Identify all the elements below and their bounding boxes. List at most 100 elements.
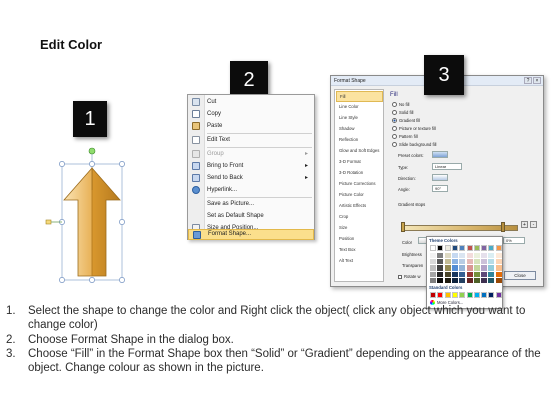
theme-shade-swatch[interactable] (473, 265, 480, 271)
category-text-box[interactable]: Text Box (336, 245, 383, 256)
theme-shade-swatch[interactable] (437, 253, 444, 259)
menu-item-paste[interactable]: Paste (188, 120, 314, 132)
rotate-with-shape-checkbox[interactable]: Rotate w (398, 274, 421, 279)
gradient-stop-right[interactable] (501, 222, 505, 232)
theme-color-swatch[interactable] (495, 245, 502, 251)
theme-shade-swatch[interactable] (481, 259, 488, 265)
theme-shade-swatch[interactable] (488, 253, 495, 259)
category-size[interactable]: Size (336, 223, 383, 234)
close-button[interactable]: Close (504, 271, 536, 280)
theme-shade-swatch[interactable] (459, 259, 466, 265)
theme-shade-swatch[interactable] (481, 271, 488, 277)
type-dropdown[interactable]: Linear (432, 163, 462, 170)
radio-slide-background-fill[interactable]: Slide background fill (392, 141, 436, 148)
preset-colors-dropdown[interactable] (432, 151, 448, 158)
theme-shade-swatch[interactable] (451, 271, 458, 277)
theme-shade-swatch[interactable] (473, 271, 480, 277)
category-alt-text[interactable]: Alt Text (336, 256, 383, 267)
category-picture-color[interactable]: Picture Color (336, 190, 383, 201)
menu-item-bring-to-front[interactable]: Bring to Front ▸ (188, 160, 314, 172)
standard-color-swatch[interactable] (430, 292, 436, 298)
category-position[interactable]: Position (336, 234, 383, 245)
theme-shade-swatch[interactable] (488, 259, 495, 265)
theme-shade-swatch[interactable] (430, 277, 436, 283)
theme-shade-swatch[interactable] (437, 277, 444, 283)
theme-color-swatch[interactable] (437, 245, 444, 251)
category-line-color[interactable]: Line Color (336, 102, 383, 113)
standard-color-swatch[interactable] (473, 292, 480, 298)
standard-color-swatch[interactable] (459, 292, 466, 298)
theme-shade-swatch[interactable] (437, 271, 444, 277)
remove-stop-button[interactable]: - (530, 221, 537, 228)
radio-solid-fill[interactable]: Solid fill (392, 109, 413, 116)
standard-color-swatch[interactable] (481, 292, 488, 298)
theme-shade-swatch[interactable] (466, 253, 473, 259)
theme-shade-swatch[interactable] (430, 265, 436, 271)
theme-shade-swatch[interactable] (451, 259, 458, 265)
menu-item-format-shape[interactable]: Format Shape... (188, 229, 314, 240)
help-icon[interactable]: ? (524, 77, 532, 84)
standard-color-swatch[interactable] (495, 292, 502, 298)
menu-item-hyperlink[interactable]: Hyperlink... (188, 184, 314, 196)
theme-shade-swatch[interactable] (459, 265, 466, 271)
category-3d-rotation[interactable]: 3-D Rotation (336, 168, 383, 179)
theme-shade-swatch[interactable] (451, 253, 458, 259)
category-glow-soft-edges[interactable]: Glow and Soft Edges (336, 146, 383, 157)
standard-color-swatch[interactable] (444, 292, 451, 298)
theme-shade-swatch[interactable] (444, 271, 451, 277)
theme-shade-swatch[interactable] (459, 277, 466, 283)
theme-shade-swatch[interactable] (481, 253, 488, 259)
direction-dropdown[interactable] (432, 174, 448, 181)
theme-shade-swatch[interactable] (430, 259, 436, 265)
category-crop[interactable]: Crop (336, 212, 383, 223)
theme-shade-swatch[interactable] (466, 265, 473, 271)
menu-item-cut[interactable]: Cut (188, 96, 314, 108)
theme-color-swatch[interactable] (451, 245, 458, 251)
category-artistic-effects[interactable]: Artistic Effects (336, 201, 383, 212)
standard-color-swatch[interactable] (437, 292, 444, 298)
theme-shade-swatch[interactable] (444, 277, 451, 283)
theme-shade-swatch[interactable] (466, 277, 473, 283)
theme-shade-swatch[interactable] (488, 277, 495, 283)
category-line-style[interactable]: Line Style (336, 113, 383, 124)
menu-item-send-to-back[interactable]: Send to Back ▸ (188, 172, 314, 184)
theme-color-swatch[interactable] (459, 245, 466, 251)
theme-shade-swatch[interactable] (495, 259, 502, 265)
theme-color-swatch[interactable] (466, 245, 473, 251)
theme-color-swatch[interactable] (444, 245, 451, 251)
close-icon[interactable]: × (533, 77, 541, 84)
theme-shade-swatch[interactable] (473, 253, 480, 259)
theme-shade-swatch[interactable] (430, 253, 436, 259)
gradient-stop-left[interactable] (401, 222, 405, 232)
theme-shade-swatch[interactable] (451, 265, 458, 271)
radio-picture-fill[interactable]: Picture or texture fill (392, 125, 436, 132)
theme-color-swatch[interactable] (481, 245, 488, 251)
position-input[interactable]: 0% (503, 237, 525, 244)
theme-shade-swatch[interactable] (437, 265, 444, 271)
theme-shade-swatch[interactable] (481, 277, 488, 283)
arrow-shape[interactable] (40, 142, 150, 287)
theme-shade-swatch[interactable] (459, 253, 466, 259)
theme-shade-swatch[interactable] (430, 271, 436, 277)
theme-shade-swatch[interactable] (451, 277, 458, 283)
radio-pattern-fill[interactable]: Pattern fill (392, 133, 418, 140)
standard-color-swatch[interactable] (488, 292, 495, 298)
standard-color-swatch[interactable] (466, 292, 473, 298)
theme-shade-swatch[interactable] (495, 265, 502, 271)
category-shadow[interactable]: Shadow (336, 124, 383, 135)
theme-shade-swatch[interactable] (437, 259, 444, 265)
theme-color-swatch[interactable] (430, 245, 436, 251)
theme-shade-swatch[interactable] (444, 253, 451, 259)
menu-item-copy[interactable]: Copy (188, 108, 314, 120)
theme-shade-swatch[interactable] (488, 271, 495, 277)
add-stop-button[interactable]: + (521, 221, 528, 228)
angle-input[interactable]: 90° (432, 185, 448, 192)
theme-color-swatch[interactable] (488, 245, 495, 251)
category-reflection[interactable]: Reflection (336, 135, 383, 146)
theme-shade-swatch[interactable] (444, 259, 451, 265)
theme-shade-swatch[interactable] (444, 265, 451, 271)
category-3d-format[interactable]: 3-D Format (336, 157, 383, 168)
theme-color-swatch[interactable] (473, 245, 480, 251)
theme-shade-swatch[interactable] (488, 265, 495, 271)
theme-shade-swatch[interactable] (481, 265, 488, 271)
